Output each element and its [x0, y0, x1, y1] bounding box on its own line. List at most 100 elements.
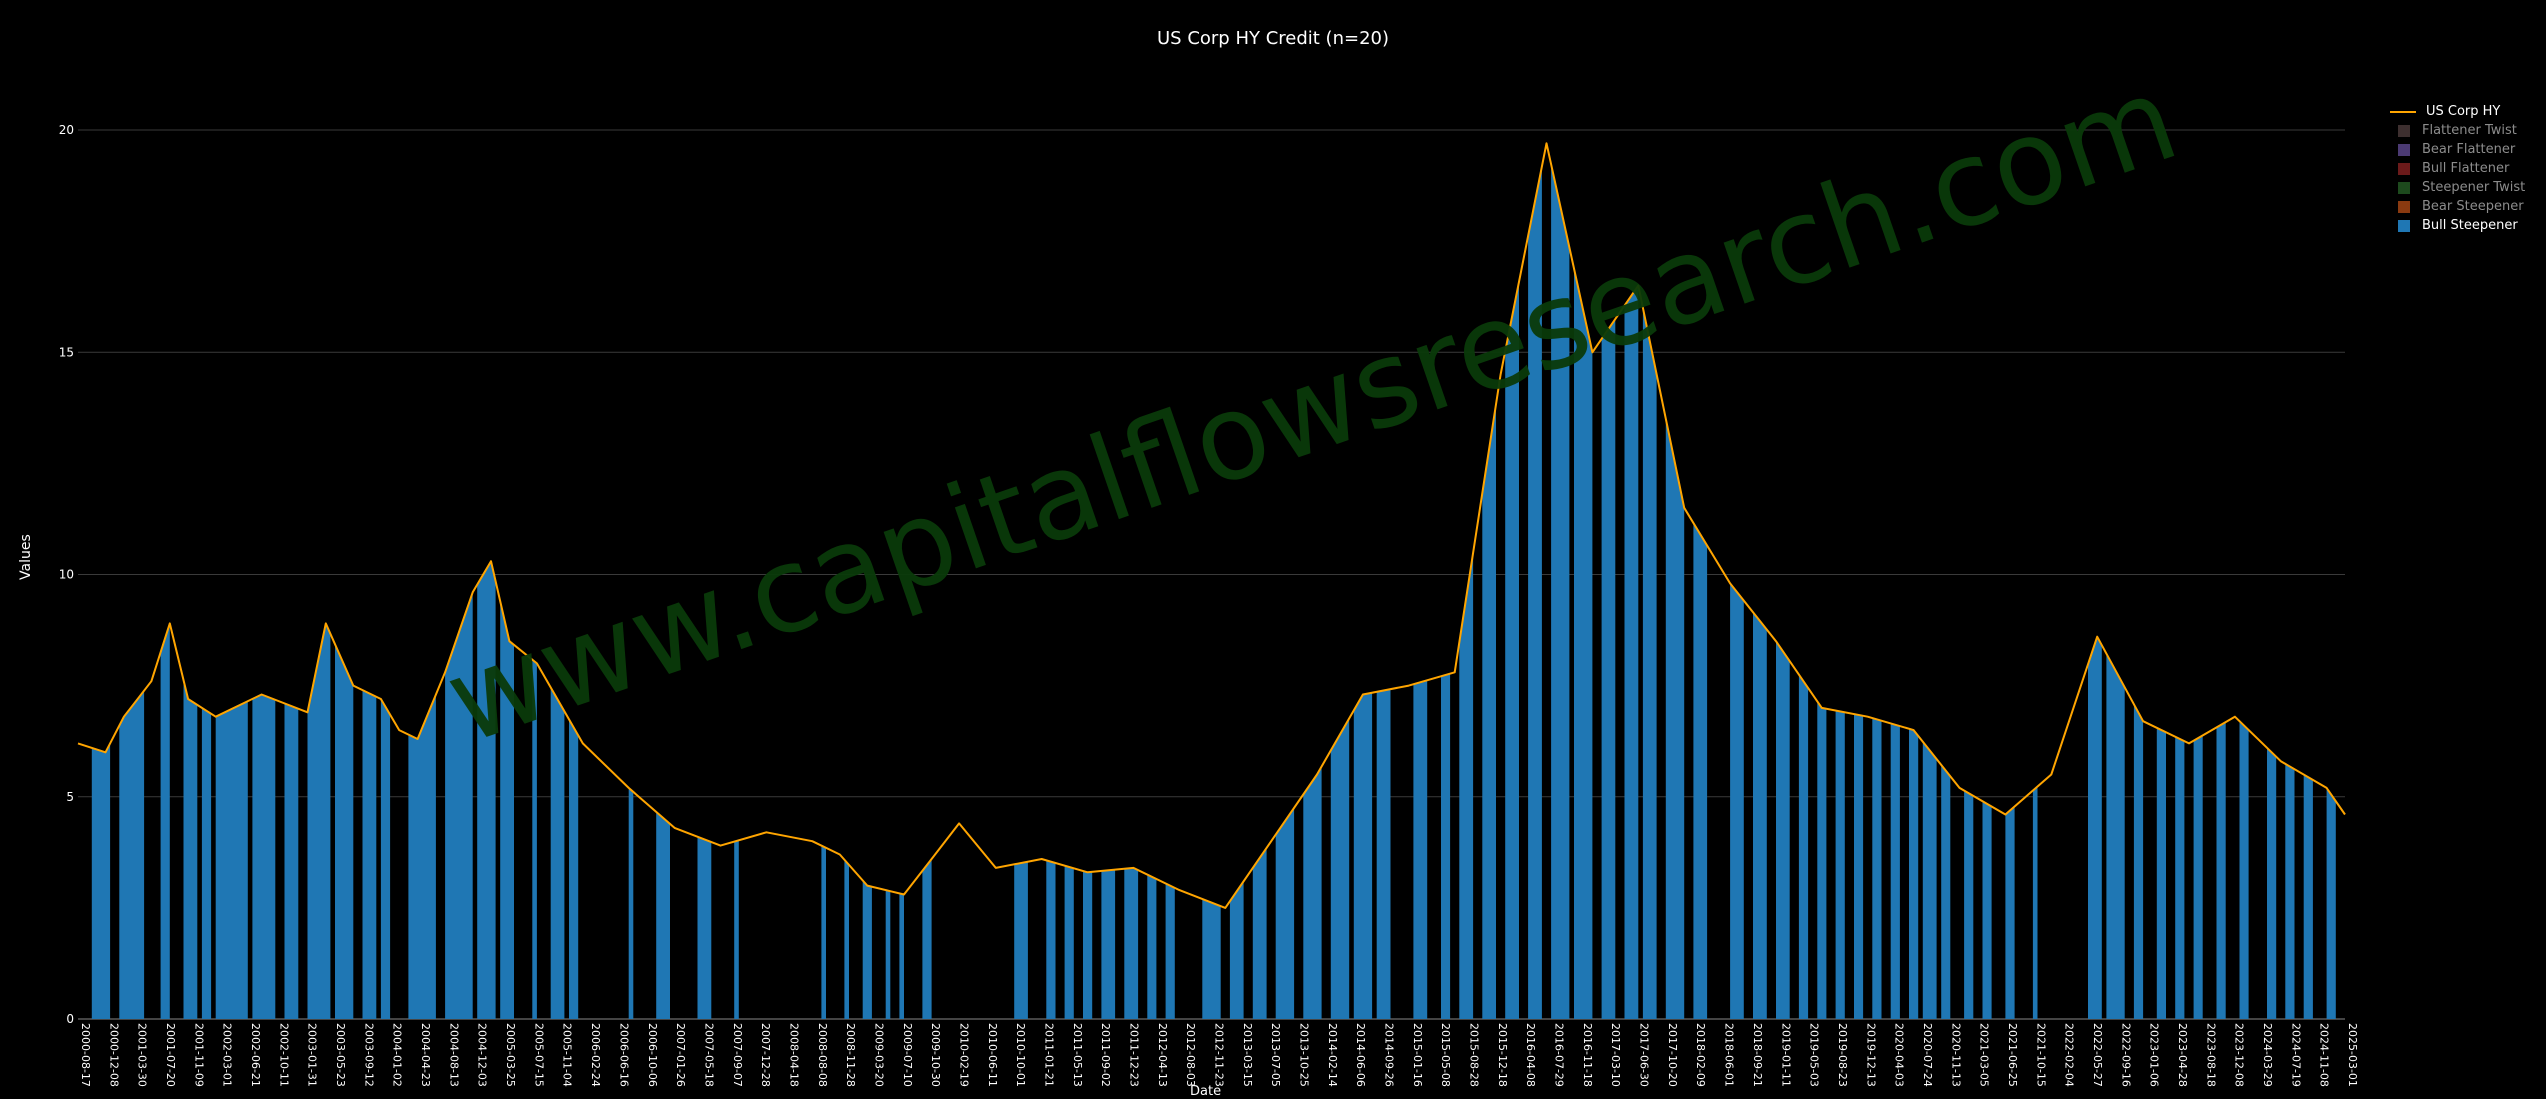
legend-item-bear-steepener[interactable]: Bear Steepener [2390, 197, 2525, 216]
y-tick-label: 20 [59, 123, 74, 137]
x-tick-label: 2012-11-23 [1213, 1023, 1226, 1087]
legend-swatch [2398, 124, 2410, 137]
x-tick-label: 2009-07-10 [901, 1023, 914, 1087]
legend-label: Steepener Twist [2422, 180, 2526, 195]
regime-bar-bull-steepener [2216, 722, 2226, 1019]
regime-bar-bull-steepener [2285, 763, 2295, 1019]
y-axis-label: Values [18, 534, 34, 580]
regime-bar-bull-steepener [1753, 612, 1767, 1019]
x-tick-label: 2017-03-10 [1609, 1023, 1622, 1087]
x-tick-label: 2022-09-16 [2119, 1023, 2132, 1087]
x-tick-label: 2023-12-08 [2233, 1023, 2246, 1087]
regime-bar-bull-steepener [2303, 774, 2313, 1019]
x-tick-label: 2022-02-04 [2063, 1023, 2076, 1087]
legend-label: Bull Steepener [2422, 218, 2518, 233]
x-tick-label: 2012-04-13 [1156, 1023, 1169, 1087]
x-tick-label: 2006-10-06 [646, 1023, 659, 1087]
regime-bar-bull-steepener [1909, 728, 1919, 1019]
x-tick-label: 2005-07-15 [532, 1023, 545, 1087]
x-tick-label: 2021-06-25 [2006, 1023, 2019, 1087]
x-tick-label: 2013-03-15 [1241, 1023, 1254, 1087]
x-tick-label: 2013-07-05 [1269, 1023, 1282, 1087]
x-tick-label: 2003-05-23 [334, 1023, 347, 1087]
regime-bar-bull-steepener [1229, 881, 1244, 1019]
x-tick-label: 2007-12-28 [759, 1023, 772, 1087]
legend-item-us-corp-hy[interactable]: US Corp HY [2390, 102, 2525, 121]
regime-bar-bull-steepener [1330, 718, 1350, 1019]
x-tick-label: 2015-12-18 [1496, 1023, 1509, 1087]
legend-swatch [2398, 200, 2410, 213]
regime-bar-bull-steepener [2032, 786, 2038, 1019]
regime-bar-bull-steepener [1817, 701, 1827, 1019]
regime-bar-bull-steepener [1693, 522, 1708, 1019]
x-tick-label: 2011-01-21 [1043, 1023, 1056, 1087]
x-tick-label: 2001-07-20 [164, 1023, 177, 1087]
legend-item-bear-flattener[interactable]: Bear Flattener [2390, 140, 2525, 159]
legend-item-steepener-twist[interactable]: Steepener Twist [2390, 178, 2525, 197]
x-tick-label: 2009-10-30 [929, 1023, 942, 1087]
regime-bar-bull-steepener [1202, 899, 1221, 1019]
x-tick-label: 2010-06-11 [986, 1023, 999, 1087]
x-tick-label: 2001-11-09 [192, 1023, 205, 1087]
regime-bar-bull-steepener [1147, 874, 1157, 1019]
regime-bar-bull-steepener [1046, 860, 1056, 1019]
regime-bar-bull-steepener [1776, 641, 1790, 1019]
x-tick-label: 2018-02-09 [1694, 1023, 1707, 1087]
regime-bar-bull-steepener [2193, 735, 2203, 1019]
x-tick-label: 2015-01-16 [1411, 1023, 1424, 1087]
x-tick-label: 2025-03-01 [2346, 1023, 2359, 1087]
legend-item-flattener-twist[interactable]: Flattener Twist [2390, 121, 2525, 140]
x-tick-label: 2011-12-23 [1128, 1023, 1141, 1087]
regime-bar-bull-steepener [628, 787, 634, 1019]
x-tick-label: 2007-09-07 [731, 1023, 744, 1087]
x-tick-label: 2008-11-28 [844, 1023, 857, 1087]
regime-bar-bull-steepener [1642, 307, 1657, 1019]
x-tick-label: 2000-08-17 [79, 1023, 92, 1087]
regime-bar-bull-steepener [885, 890, 891, 1019]
regime-bar-bull-steepener [1872, 718, 1882, 1019]
x-tick-label: 2020-04-03 [1893, 1023, 1906, 1087]
x-tick-label: 2011-09-02 [1099, 1023, 1112, 1087]
x-tick-label: 2008-04-18 [787, 1023, 800, 1087]
x-tick-label: 2000-12-08 [107, 1023, 120, 1087]
regime-bar-bull-steepener [1964, 790, 1974, 1019]
x-tick-label: 2015-08-28 [1468, 1023, 1481, 1087]
regime-bar-bull-steepener [1624, 285, 1639, 1020]
regime-bar-bull-steepener [1165, 883, 1175, 1019]
regime-bar-bull-steepener [2106, 653, 2125, 1019]
legend-label: Flattener Twist [2422, 123, 2517, 138]
x-tick-label: 2019-08-23 [1836, 1023, 1849, 1087]
regime-bar-bull-steepener [2005, 806, 2015, 1019]
regime-bar-bull-steepener [821, 845, 826, 1019]
x-tick-label: 2015-05-08 [1439, 1023, 1452, 1087]
x-tick-label: 2010-02-19 [958, 1023, 971, 1087]
x-tick-label: 2019-12-13 [1864, 1023, 1877, 1087]
regime-bar-bull-steepener [1982, 801, 1992, 1019]
x-tick-label: 2023-08-18 [2204, 1023, 2217, 1087]
legend-label: Bull Flattener [2422, 161, 2510, 176]
regime-bar-bull-steepener [2175, 736, 2185, 1019]
regime-bar-bull-steepener [91, 743, 111, 1019]
regime-bar-bull-steepener [922, 859, 932, 1019]
regime-bars [91, 164, 2336, 1020]
x-tick-label: 2014-09-26 [1383, 1023, 1396, 1087]
regime-bar-bull-steepener [862, 880, 872, 1019]
regime-bar-bull-steepener [2156, 727, 2166, 1019]
x-tick-label: 2011-05-13 [1071, 1023, 1084, 1087]
regime-bar-bull-steepener [1665, 418, 1685, 1019]
x-tick-label: 2001-03-30 [136, 1023, 149, 1087]
legend-item-bull-steepener[interactable]: Bull Steepener [2390, 216, 2525, 235]
x-tick-label: 2002-06-21 [249, 1023, 262, 1087]
y-tick-label: 10 [59, 568, 74, 582]
y-tick-label: 5 [66, 790, 74, 804]
regime-bar-bull-steepener [1083, 871, 1093, 1019]
x-tick-label: 2008-08-08 [816, 1023, 829, 1087]
x-tick-label: 2024-07-19 [2289, 1023, 2302, 1087]
x-tick-label: 2013-10-25 [1298, 1023, 1311, 1087]
regime-bar-bull-steepener [1730, 583, 1744, 1019]
regime-bar-bull-steepener [362, 690, 377, 1019]
x-tick-label: 2005-03-25 [504, 1023, 517, 1087]
legend-item-bull-flattener[interactable]: Bull Flattener [2390, 159, 2525, 178]
x-tick-label: 2019-05-03 [1808, 1023, 1821, 1087]
legend-label: Bear Steepener [2422, 199, 2524, 214]
